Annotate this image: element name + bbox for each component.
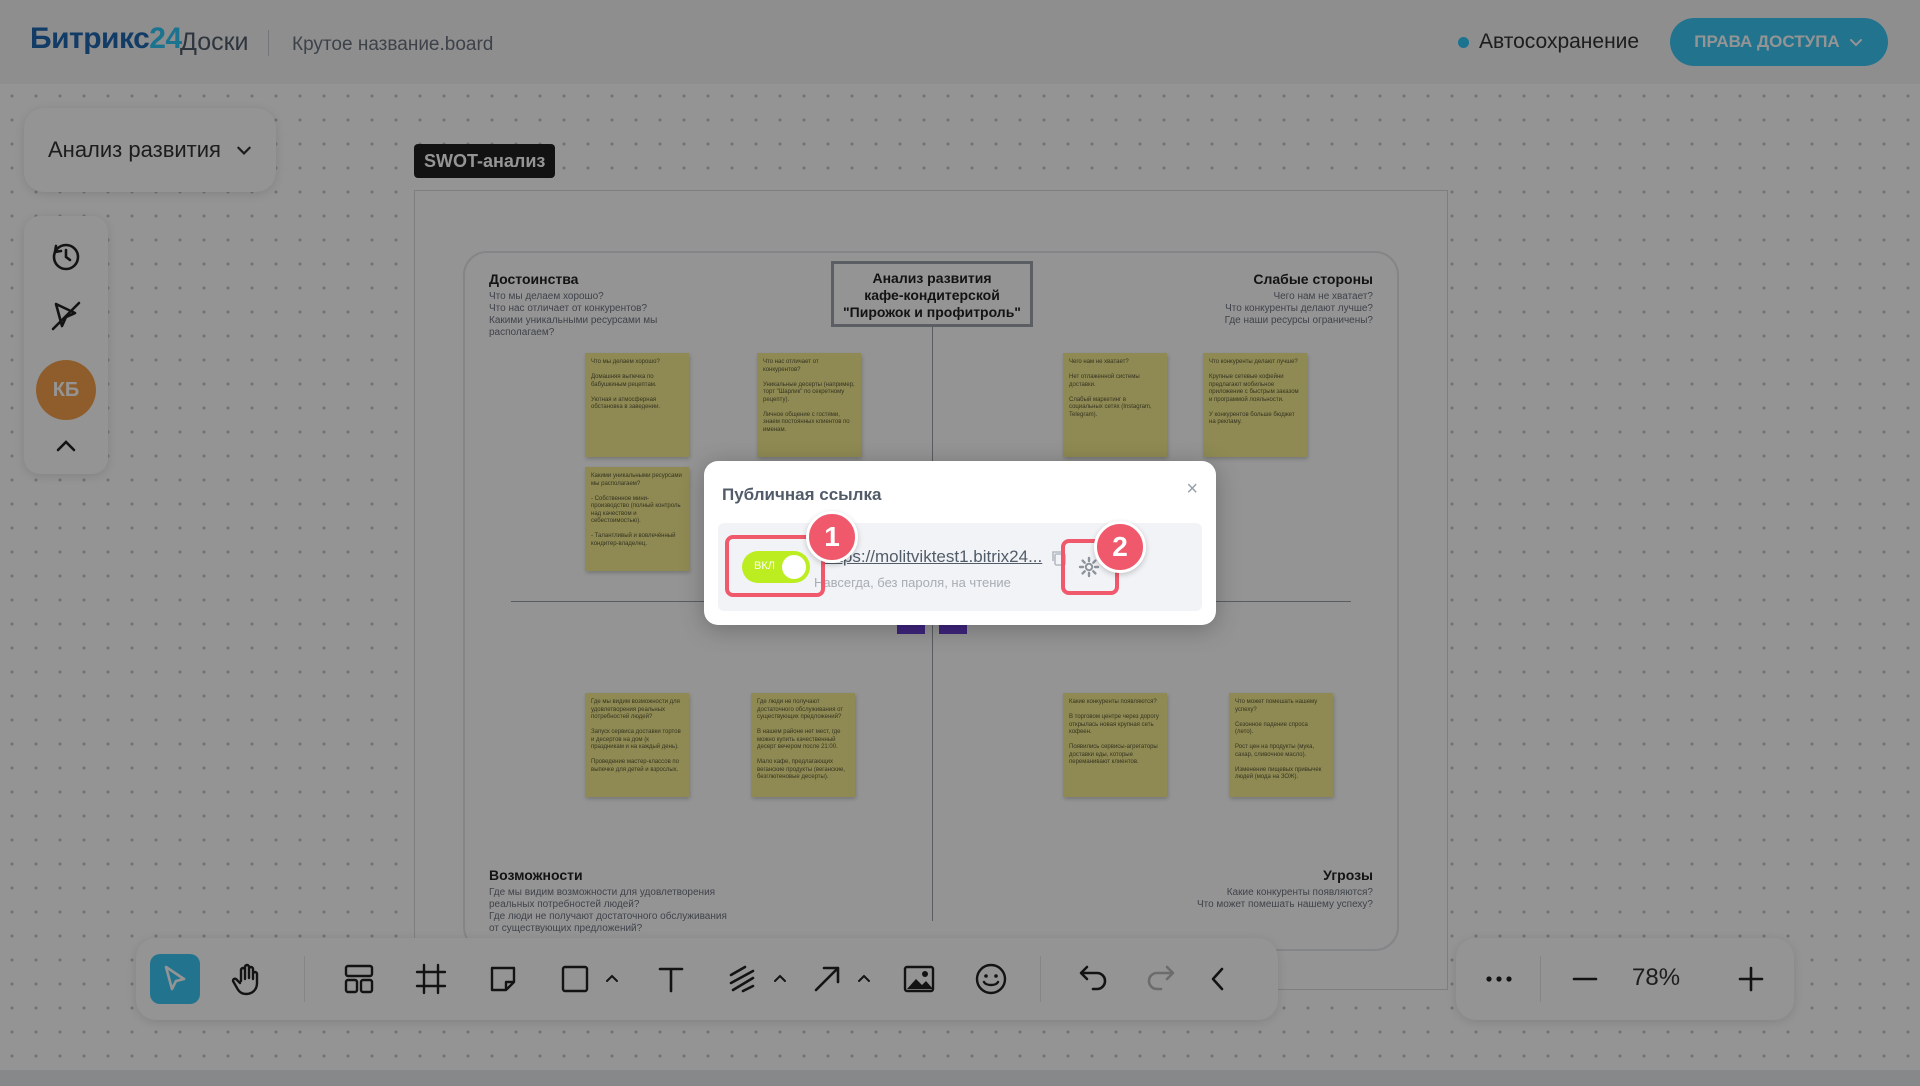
step-marker-2: 2 xyxy=(1094,521,1146,573)
step-marker-1: 1 xyxy=(806,511,858,563)
modal-title: Публичная ссылка xyxy=(722,485,882,504)
public-link-url[interactable]: https://molitviktest1.bitrix24... xyxy=(824,547,1042,567)
public-link-modal: Публичная ссылка × ВКЛ https://molitvikt… xyxy=(704,461,1216,625)
link-settings-hint: Навсегда, без пароля, на чтение xyxy=(814,575,1011,590)
close-icon[interactable]: × xyxy=(1186,479,1198,499)
